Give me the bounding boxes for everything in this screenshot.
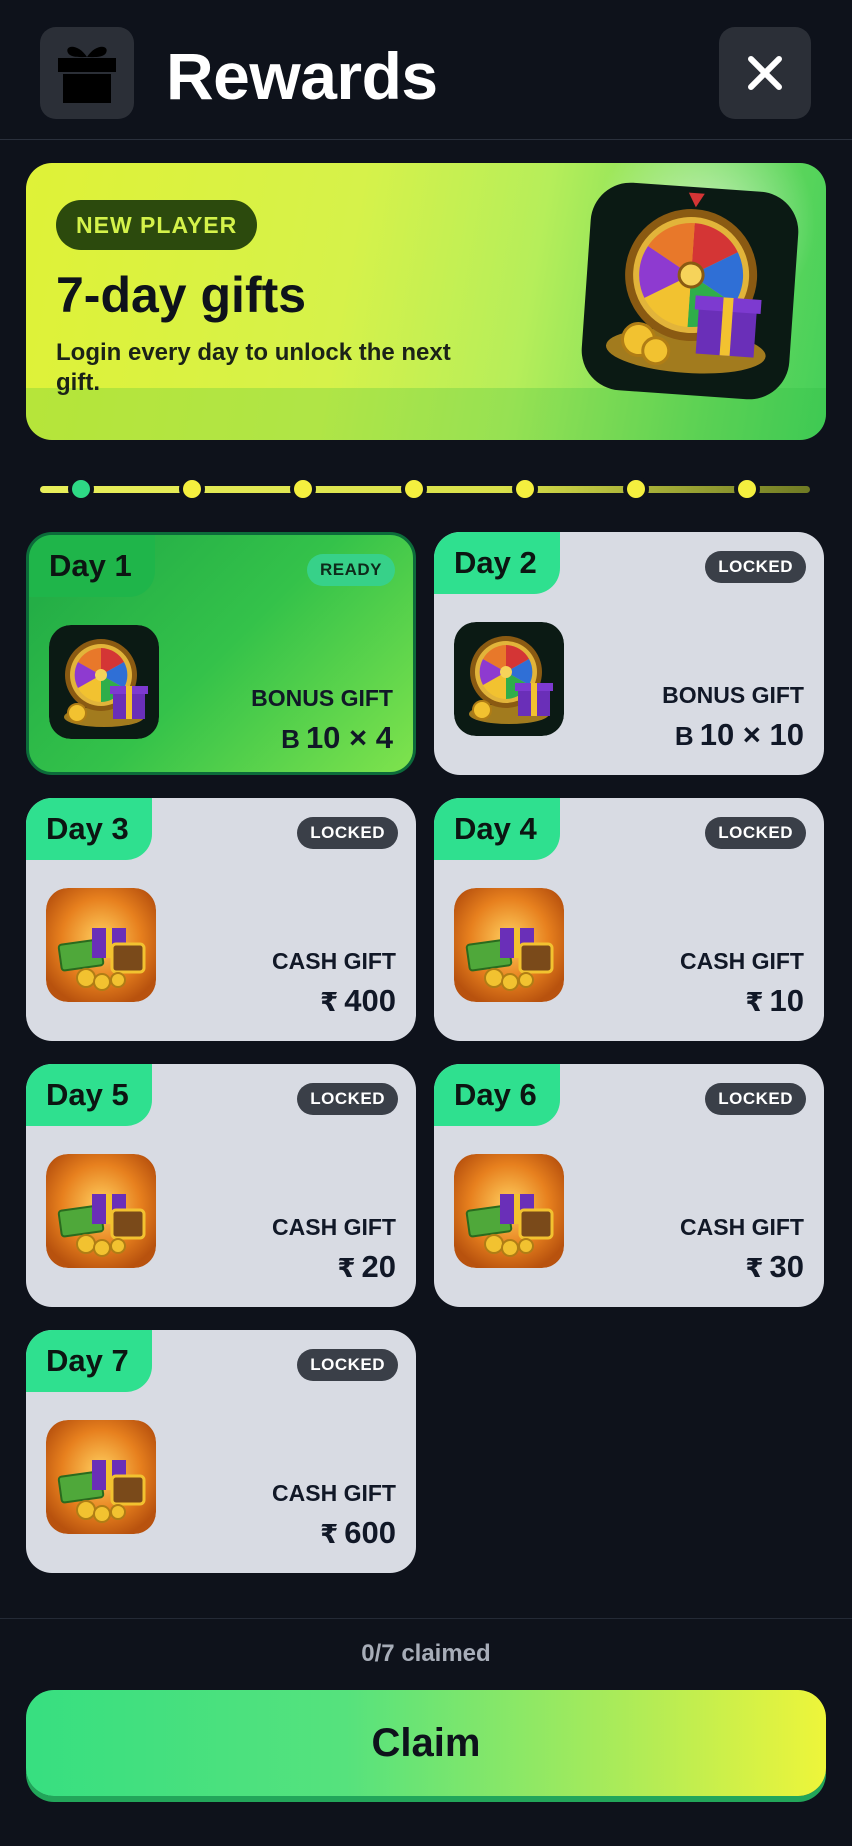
status-badge: LOCKED bbox=[705, 551, 806, 583]
prize-wheel-icon bbox=[49, 625, 159, 739]
progress-dot-day-1 bbox=[68, 476, 94, 502]
amount-value: 10 × 10 bbox=[699, 717, 804, 752]
gift-type-label: CASH GIFT bbox=[272, 1214, 396, 1240]
gift-type-label: CASH GIFT bbox=[272, 1480, 396, 1506]
day-label: Day 1 bbox=[29, 535, 155, 597]
gift-amount: ₹20 bbox=[337, 1249, 396, 1285]
amount-value: 20 bbox=[361, 1249, 396, 1284]
progress-dot-day-6 bbox=[623, 476, 649, 502]
amount-value: 10 × 4 bbox=[305, 720, 393, 755]
claimed-counter: 0/7 claimed bbox=[361, 1640, 491, 1667]
promo-banner: NEW PLAYER 7-day gifts Login every day t… bbox=[26, 163, 826, 440]
progress-dot-day-2 bbox=[179, 476, 205, 502]
progress-dot-day-3 bbox=[290, 476, 316, 502]
day-card-7[interactable]: Day 7 LOCKED CASH GIFT ₹600 bbox=[26, 1330, 416, 1573]
currency-symbol: ₹ bbox=[320, 987, 339, 1017]
gift-amount: ₹10 bbox=[745, 983, 804, 1019]
day-progress-track bbox=[40, 474, 810, 504]
gift-type-label: CASH GIFT bbox=[272, 948, 396, 974]
day-label: Day 7 bbox=[26, 1330, 152, 1392]
currency-symbol: B bbox=[674, 721, 694, 751]
day-card-2[interactable]: Day 2 LOCKED BONUS GIFT B 10 × 10 bbox=[434, 532, 824, 775]
gift-amount: B 10 × 10 bbox=[675, 717, 804, 753]
day-card-4[interactable]: Day 4 LOCKED CASH GIFT ₹10 bbox=[434, 798, 824, 1041]
treasure-cash-icon bbox=[46, 1420, 156, 1534]
prize-wheel-icon bbox=[575, 176, 806, 407]
amount-value: 400 bbox=[344, 983, 396, 1018]
currency-symbol: ₹ bbox=[320, 1519, 339, 1549]
new-player-badge: NEW PLAYER bbox=[56, 200, 258, 250]
gift-type-label: BONUS GIFT bbox=[251, 685, 393, 711]
currency-symbol: ₹ bbox=[337, 1253, 356, 1283]
currency-symbol: ₹ bbox=[745, 1253, 764, 1283]
progress-dot-day-4 bbox=[401, 476, 427, 502]
page-title: Rewards bbox=[166, 39, 438, 113]
day-card-1[interactable]: Day 1 READY BONUS GIFT B 10 × 4 bbox=[26, 532, 416, 775]
claim-button[interactable]: Claim bbox=[26, 1690, 826, 1796]
progress-dot-day-7 bbox=[734, 476, 760, 502]
prize-wheel-icon bbox=[454, 622, 564, 736]
status-badge: LOCKED bbox=[705, 817, 806, 849]
progress-dot-day-5 bbox=[512, 476, 538, 502]
day-card-5[interactable]: Day 5 LOCKED CASH GIFT ₹20 bbox=[26, 1064, 416, 1307]
status-badge: LOCKED bbox=[705, 1083, 806, 1115]
treasure-cash-icon bbox=[46, 1154, 156, 1268]
day-card-3[interactable]: Day 3 LOCKED CASH GIFT ₹400 bbox=[26, 798, 416, 1041]
close-icon bbox=[748, 56, 782, 90]
gift-amount: B 10 × 4 bbox=[281, 720, 393, 756]
gift-amount: ₹30 bbox=[745, 1249, 804, 1285]
currency-symbol: B bbox=[281, 724, 300, 754]
gift-box-icon bbox=[40, 27, 134, 119]
gift-type-label: BONUS GIFT bbox=[662, 682, 804, 708]
day-label: Day 3 bbox=[26, 798, 152, 860]
amount-value: 600 bbox=[344, 1515, 396, 1550]
amount-value: 30 bbox=[769, 1249, 804, 1284]
header: Rewards bbox=[0, 0, 852, 140]
currency-symbol: ₹ bbox=[745, 987, 764, 1017]
day-label: Day 4 bbox=[434, 798, 560, 860]
gift-amount: ₹600 bbox=[320, 1515, 396, 1551]
treasure-cash-icon bbox=[454, 888, 564, 1002]
day-card-6[interactable]: Day 6 LOCKED CASH GIFT ₹30 bbox=[434, 1064, 824, 1307]
gift-type-label: CASH GIFT bbox=[680, 1214, 804, 1240]
amount-value: 10 bbox=[769, 983, 804, 1018]
gift-type-label: CASH GIFT bbox=[680, 948, 804, 974]
day-label: Day 2 bbox=[434, 532, 560, 594]
day-label: Day 5 bbox=[26, 1064, 152, 1126]
close-button[interactable] bbox=[719, 27, 811, 119]
status-badge: LOCKED bbox=[297, 817, 398, 849]
day-label: Day 6 bbox=[434, 1064, 560, 1126]
status-badge: LOCKED bbox=[297, 1083, 398, 1115]
treasure-cash-icon bbox=[46, 888, 156, 1002]
treasure-cash-icon bbox=[454, 1154, 564, 1268]
gift-amount: ₹400 bbox=[320, 983, 396, 1019]
status-badge: LOCKED bbox=[297, 1349, 398, 1381]
banner-subtitle: Login every day to unlock the next gift. bbox=[56, 339, 451, 396]
banner-title: 7-day gifts bbox=[56, 267, 307, 323]
status-badge: READY bbox=[306, 554, 395, 586]
